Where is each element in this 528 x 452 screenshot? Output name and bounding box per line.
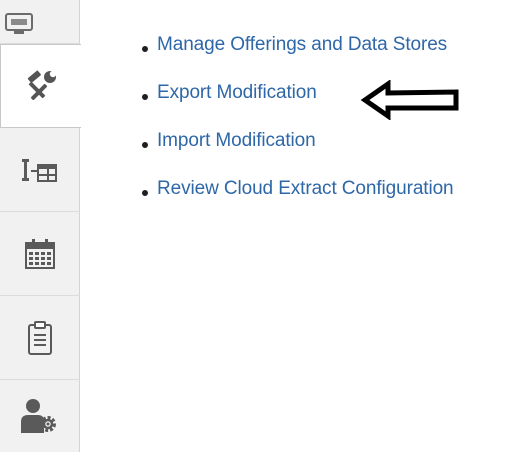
bullet	[142, 94, 148, 100]
clipboard-icon	[27, 320, 53, 355]
review-cloud-extract-link[interactable]: Review Cloud Extract Configuration	[157, 178, 454, 200]
user-settings-icon	[20, 398, 60, 434]
calendar-icon	[25, 238, 55, 269]
main-content: Manage Offerings and Data Stores Export …	[82, 0, 528, 452]
sidebar-item-user-settings[interactable]	[0, 380, 80, 452]
sidebar-item-data-structure[interactable]	[0, 128, 80, 212]
import-modification-link[interactable]: Import Modification	[157, 130, 316, 152]
sidebar-rail	[0, 0, 81, 452]
bullet	[142, 142, 148, 148]
export-modification-link[interactable]: Export Modification	[157, 82, 317, 104]
page: Manage Offerings and Data Stores Export …	[0, 0, 528, 452]
sidebar-item-monitor[interactable]	[0, 0, 80, 44]
sidebar-item-calendar[interactable]	[0, 212, 80, 296]
bullet	[142, 190, 148, 196]
sidebar-item-tools[interactable]	[0, 44, 81, 128]
left-arrow-icon	[360, 80, 459, 120]
manage-offerings-link[interactable]: Manage Offerings and Data Stores	[157, 34, 447, 56]
monitor-icon	[4, 11, 34, 37]
tools-icon	[24, 69, 58, 103]
data-structure-icon	[22, 158, 58, 182]
sidebar-item-clipboard[interactable]	[0, 296, 80, 380]
bullet	[142, 46, 148, 52]
